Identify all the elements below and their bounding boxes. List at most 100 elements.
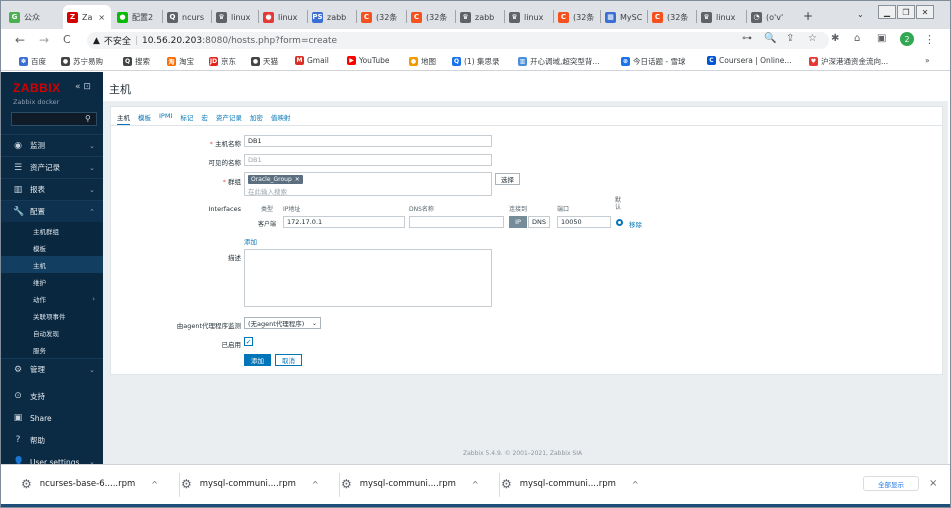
reload-button[interactable]: C — [63, 33, 71, 46]
chevron-up-icon[interactable]: ^ — [472, 480, 479, 489]
browser-tab[interactable]: Qncurs — [163, 5, 210, 29]
close-downloads-icon[interactable]: × — [929, 478, 937, 489]
bookmark-item[interactable]: ▥ 开心调域,超突型背... — [518, 56, 600, 67]
close-window-button[interactable]: ✕ — [916, 5, 934, 19]
download-item[interactable]: ⚙ mysql-communi....rpm ^ — [181, 477, 319, 491]
close-tab-icon[interactable]: × — [98, 13, 105, 22]
show-all-downloads-button[interactable]: 全部显示 — [863, 476, 919, 491]
browser-tab[interactable]: ♛ zabb — [456, 5, 503, 29]
bookmark-item[interactable]: ● 苏宁易购 — [61, 56, 103, 67]
interface-port-input[interactable]: 10050 — [557, 216, 611, 228]
bookmark-item[interactable]: ♥ 沪深港通资金流向... — [809, 56, 888, 67]
chip-remove-icon[interactable]: ✕ — [295, 176, 300, 183]
download-item[interactable]: ⚙ mysql-communi....rpm ^ — [341, 477, 479, 491]
nav-help[interactable]: ? 帮助 — [1, 429, 103, 451]
add-interface-link[interactable]: 添加 — [244, 236, 257, 246]
nav-reports[interactable]: ▥ 报表 ⌄ — [1, 178, 103, 200]
form-tab[interactable]: 宏 — [201, 112, 208, 126]
extension-icon[interactable]: ✱ — [831, 33, 839, 44]
download-item[interactable]: ⚙ ncurses-base-6.....rpm ^ — [21, 477, 158, 491]
bookmark-star-icon[interactable]: ☆ — [808, 33, 817, 44]
bookmark-item[interactable]: ● 天猫 — [251, 56, 278, 67]
description-textarea[interactable] — [244, 249, 492, 307]
profile-avatar[interactable]: 2 — [900, 32, 914, 46]
form-tab[interactable]: IPMI — [159, 112, 172, 126]
bookmark-item[interactable]: Q 搜索 — [123, 56, 150, 67]
browser-tab[interactable]: C (32条 — [357, 5, 405, 29]
browser-tab[interactable]: ▦ MySC — [601, 5, 646, 29]
form-tab[interactable]: 值映射 — [271, 112, 291, 126]
url-bar[interactable]: ▲ 不安全 | 10.56.20.203:8080/hosts.php?form… — [87, 32, 829, 49]
connect-dns-toggle[interactable]: DNS — [528, 216, 550, 228]
nav-support[interactable]: ⊙ 支持 — [1, 385, 103, 407]
browser-tab[interactable]: C (32条 — [407, 5, 454, 29]
nav-share[interactable]: ▣ Share — [1, 407, 103, 429]
remove-interface-link[interactable]: 移除 — [629, 219, 642, 229]
new-tab-button[interactable]: + — [803, 9, 813, 23]
browser-tab[interactable]: ◔ (o'v' — [747, 5, 797, 29]
sidebar-collapse-icon[interactable]: « ⊡ — [75, 82, 91, 92]
interface-dns-input[interactable] — [409, 216, 504, 228]
form-tab[interactable]: 标记 — [180, 112, 193, 126]
download-item[interactable]: ⚙ mysql-communi....rpm ^ — [501, 477, 639, 491]
back-button[interactable]: ← — [15, 33, 25, 47]
bookmark-item[interactable]: ✽ 百度 — [19, 56, 46, 67]
bookmark-item[interactable]: ● 地图 — [409, 56, 436, 67]
cancel-button[interactable]: 取消 — [275, 354, 302, 366]
browser-tab[interactable]: ♛ linux — [697, 5, 745, 29]
enabled-checkbox[interactable]: ✓ — [244, 337, 253, 346]
interface-ip-input[interactable]: 172.17.0.1 — [283, 216, 405, 228]
zoom-icon[interactable]: 🔍 — [764, 33, 776, 44]
minimize-button[interactable]: ▁ — [878, 5, 896, 19]
maximize-button[interactable]: ❐ — [897, 5, 915, 19]
host-name-input[interactable]: DB1 — [244, 135, 492, 147]
bookmark-item[interactable]: C Coursera | Online... — [707, 56, 792, 65]
config-subitem[interactable]: 自动发现 — [1, 324, 103, 341]
select-groups-button[interactable]: 选择 — [495, 173, 520, 185]
nav-user-settings[interactable]: 👤 User settings ⌄ — [1, 451, 103, 464]
bookmark-item[interactable]: ▶ YouTube — [347, 56, 390, 65]
puzzle-icon[interactable]: ⌂ — [854, 33, 860, 44]
add-host-button[interactable]: 添加 — [244, 354, 271, 366]
browser-menu-icon[interactable]: ⋮ — [924, 33, 935, 46]
tab-active[interactable]: Z Za × — [63, 5, 111, 29]
browser-tab[interactable]: PS zabb — [308, 5, 355, 29]
nav-administration[interactable]: ⚙ 管理 ⌄ — [1, 358, 103, 380]
bookmarks-overflow-icon[interactable]: » — [925, 56, 930, 65]
tab-search-icon[interactable]: ⌄ — [857, 10, 864, 19]
share-icon[interactable]: ⇪ — [786, 33, 794, 44]
visible-name-input[interactable]: DB1 — [244, 154, 492, 166]
bookmark-item[interactable]: Q (1) 集思录 — [452, 56, 500, 67]
form-tab[interactable]: 主机 — [117, 112, 130, 126]
config-subitem[interactable]: 主机 — [1, 256, 103, 273]
bookmark-item[interactable]: 淘淘宝 — [167, 56, 194, 67]
browser-tab[interactable]: C (32条 — [648, 5, 695, 29]
config-subitem[interactable]: 模板 — [1, 239, 103, 256]
browser-tab[interactable]: ● 配置2 — [113, 5, 161, 29]
nav-inventory[interactable]: ☰ 资产记录 ⌄ — [1, 156, 103, 178]
search-icon[interactable]: ⚲ — [85, 114, 91, 123]
zabbix-logo[interactable]: ZABBIX — [13, 81, 61, 95]
browser-tab[interactable]: ♛ linux — [505, 5, 552, 29]
config-subitem[interactable]: 维护 — [1, 273, 103, 290]
browser-tab[interactable]: G 公众 — [5, 5, 59, 29]
form-tab[interactable]: 加密 — [250, 112, 263, 126]
chevron-up-icon[interactable]: ^ — [632, 480, 639, 489]
key-icon[interactable]: ⊶ — [742, 33, 752, 44]
browser-tab[interactable]: ● linux — [259, 5, 306, 29]
nav-configuration[interactable]: 🔧 配置 ⌃ — [1, 200, 103, 222]
nav-monitoring[interactable]: ◉ 监测 ⌄ — [1, 134, 103, 156]
connect-ip-toggle[interactable]: IP — [509, 216, 527, 228]
forward-button[interactable]: → — [39, 33, 49, 47]
bookmark-item[interactable]: ⊛ 今日话题 - 雪球 — [621, 56, 685, 67]
browser-tab[interactable]: C (32条 — [554, 5, 599, 29]
bookmark-item[interactable]: JD 京东 — [209, 56, 236, 67]
default-interface-radio[interactable] — [616, 219, 623, 226]
config-subitem[interactable]: 主机群组 — [1, 222, 103, 239]
bookmark-item[interactable]: M Gmail — [295, 56, 329, 65]
config-subitem[interactable]: 关联项事件 — [1, 307, 103, 324]
proxy-select[interactable]: (无agent代理程序) ⌄ — [244, 317, 321, 329]
config-subitem[interactable]: 服务 — [1, 341, 103, 358]
groups-multiselect[interactable]: Oracle_Group ✕ 在此输入搜索 — [244, 172, 492, 196]
form-tab[interactable]: 模板 — [138, 112, 151, 126]
